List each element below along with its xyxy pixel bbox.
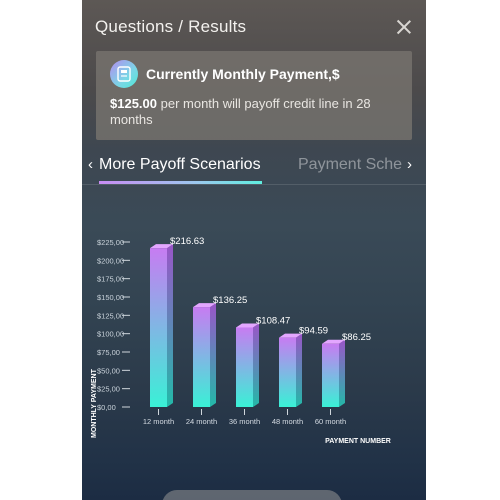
bar-value-label: $136.25	[213, 295, 247, 306]
y-tick-label: $25,00	[97, 385, 120, 394]
bar	[236, 327, 253, 407]
y-tick-label: $50,00	[97, 366, 120, 375]
y-tick-label: $225,00	[97, 238, 124, 247]
bar-side	[210, 303, 216, 407]
bar-side	[253, 323, 259, 407]
y-tick-label: $125,00	[97, 311, 124, 320]
bar-value-label: $108.47	[256, 315, 290, 326]
bar	[279, 337, 296, 407]
bar-side	[339, 339, 345, 407]
y-tick-label: $150,00	[97, 293, 124, 302]
y-tick-label: $100,00	[97, 330, 124, 339]
x-tick-label: 48 month	[272, 417, 303, 426]
x-tick-label: 24 month	[186, 417, 217, 426]
x-tick-label: 12 month	[143, 417, 174, 426]
y-tick-label: $0,00	[97, 403, 116, 412]
bar	[193, 307, 210, 407]
bar-side	[167, 244, 173, 407]
y-tick-label: $75,00	[97, 348, 120, 357]
app-screen: Questions / Results Currently Monthly Pa…	[82, 0, 426, 500]
y-tick-label: $175,00	[97, 275, 124, 284]
bottom-action-pill[interactable]	[162, 490, 342, 500]
x-tick-label: 36 month	[229, 417, 260, 426]
bar	[322, 343, 339, 407]
bar-value-label: $86.25	[342, 332, 371, 343]
bar	[150, 248, 167, 407]
y-tick-label: $200,00	[97, 256, 124, 265]
bar-value-label: $216.63	[170, 236, 204, 247]
bar-value-label: $94.59	[299, 326, 328, 337]
x-tick-label: 60 month	[315, 417, 346, 426]
y-axis-label: MONTHLY PAYMENT	[91, 368, 98, 438]
bar-side	[296, 333, 302, 407]
x-axis-label: PAYMENT NUMBER	[325, 438, 391, 445]
payoff-bar-chart: $0,00 $25,00 $50,00 $75,00 $100,00 $125,00 $15…	[91, 236, 391, 445]
